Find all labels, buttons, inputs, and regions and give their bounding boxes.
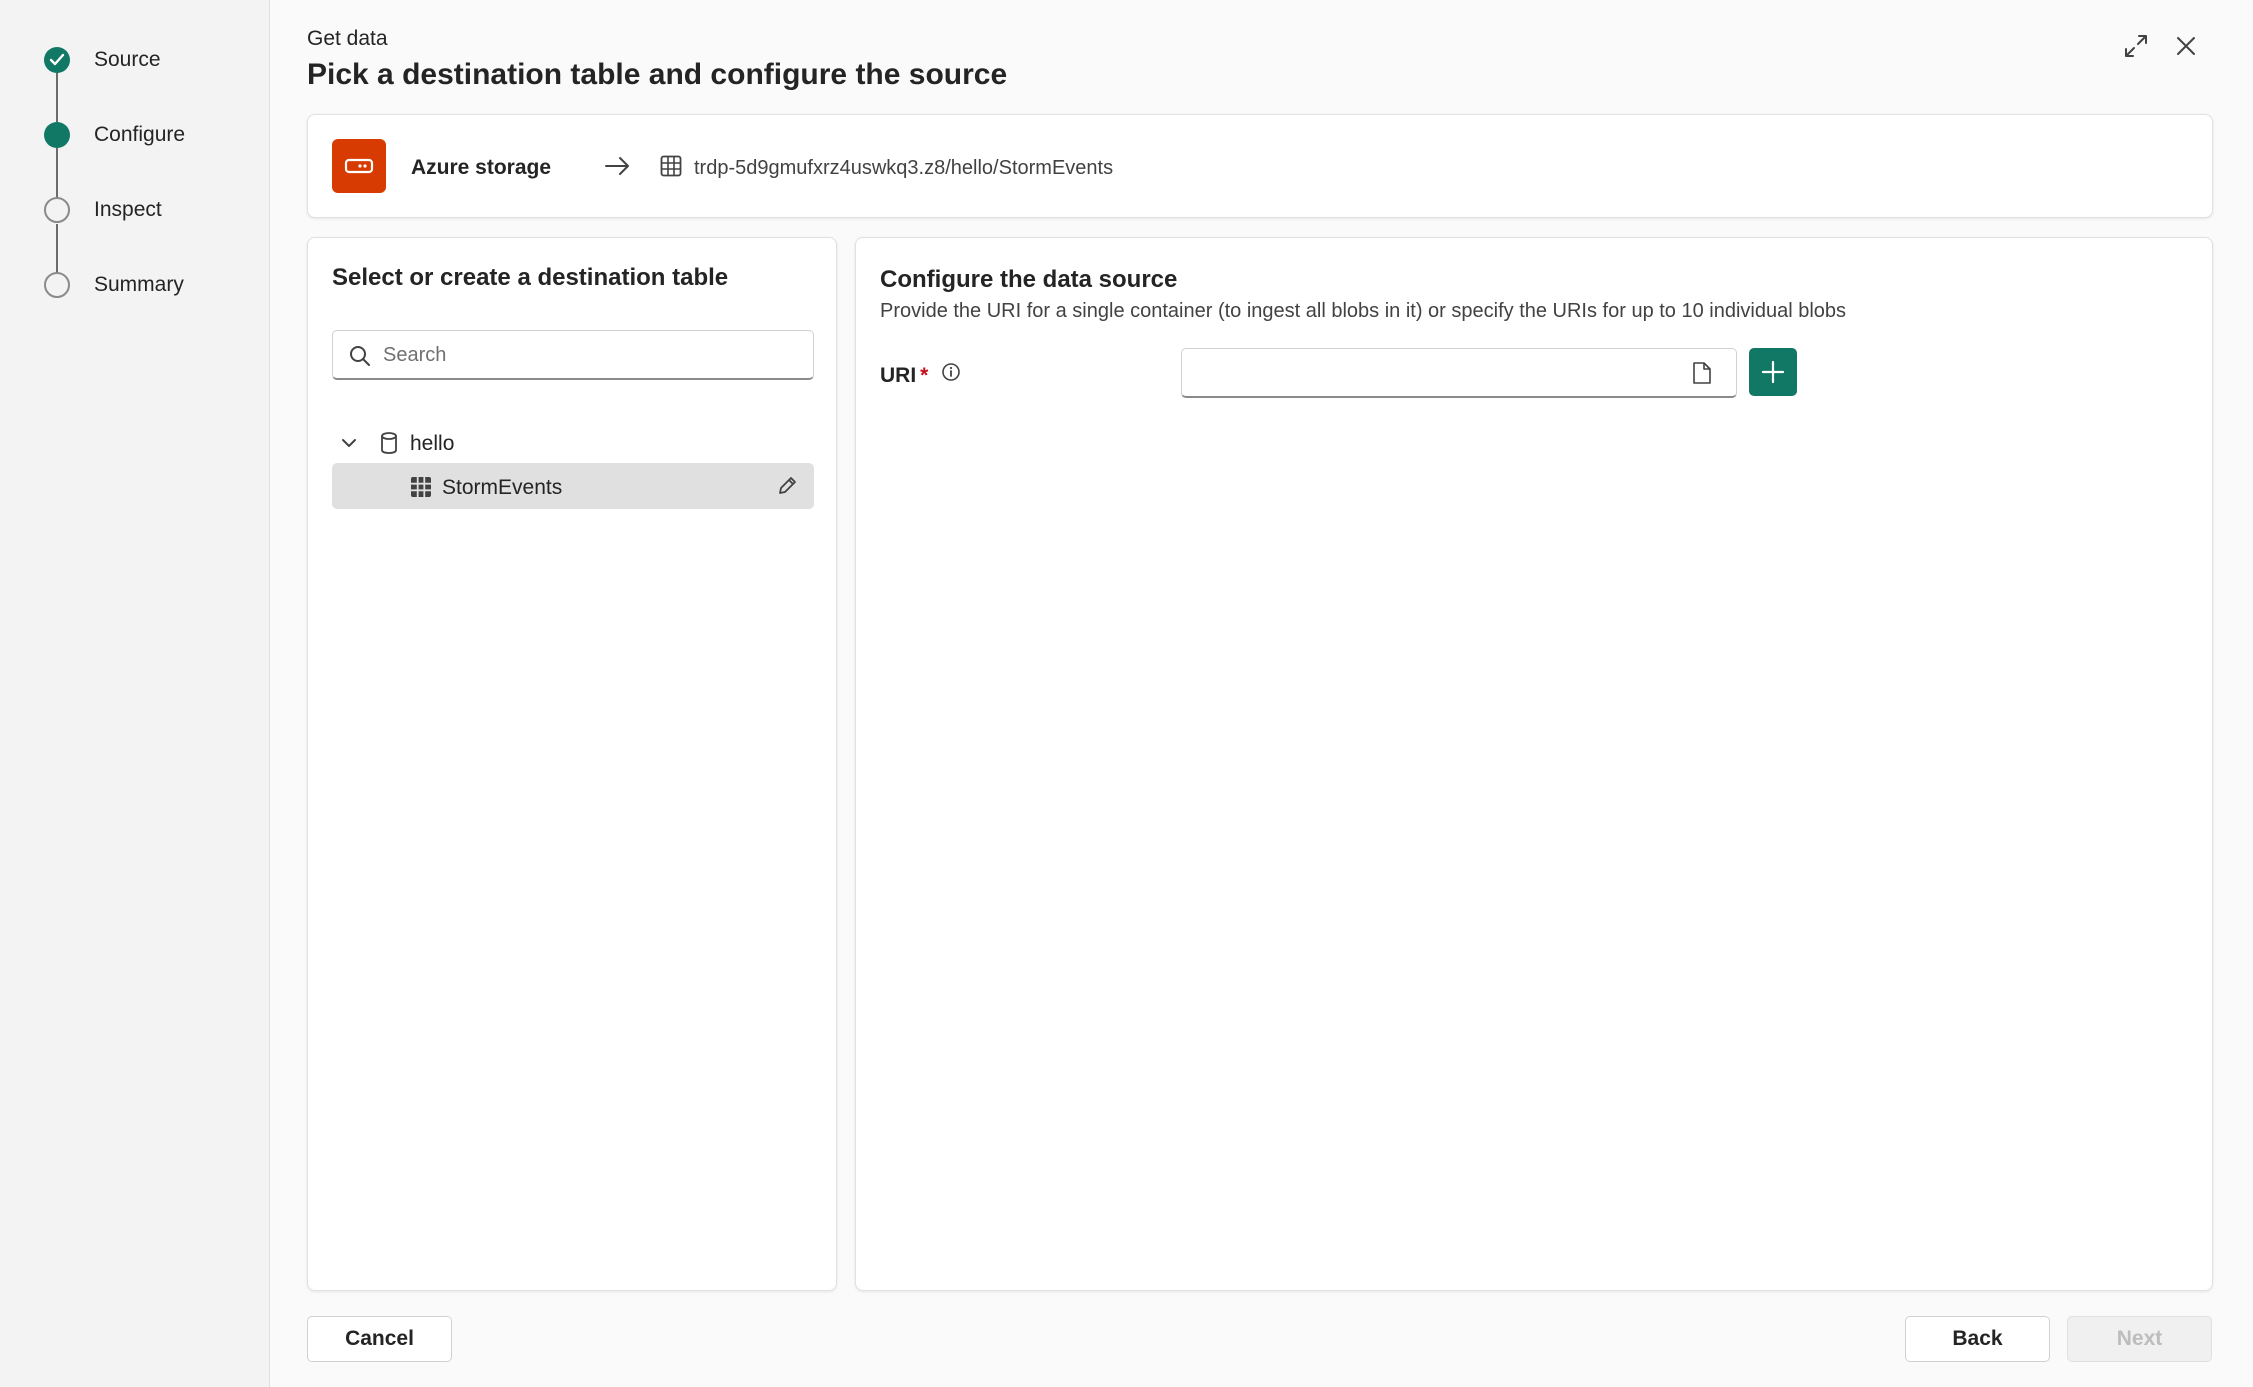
dialog-title: Pick a destination table and configure t…	[307, 58, 1008, 91]
cancel-button[interactable]: Cancel	[307, 1316, 452, 1362]
expand-icon[interactable]	[2122, 32, 2154, 64]
step-inspect[interactable]: Inspect	[0, 190, 270, 230]
destination-table-panel: Select or create a destination table hel…	[307, 237, 837, 1291]
plus-icon	[1761, 360, 1785, 384]
wizard-stepper: Source Configure Inspect Summary	[0, 0, 270, 1387]
step-label: Summary	[94, 273, 184, 296]
source-name: Azure storage	[411, 156, 552, 179]
step-label: Source	[94, 48, 161, 71]
step-label: Inspect	[94, 198, 162, 221]
panel-title: Select or create a destination table	[332, 264, 729, 291]
file-browse-icon[interactable]	[1692, 361, 1712, 390]
info-icon[interactable]	[941, 362, 961, 387]
step-label: Configure	[94, 123, 186, 146]
uri-label: URI *	[880, 364, 928, 388]
table-icon	[410, 476, 432, 503]
database-name: hello	[410, 432, 455, 455]
add-uri-button[interactable]	[1749, 348, 1797, 396]
search-icon	[350, 346, 370, 366]
step-current-icon	[44, 122, 70, 148]
table-tree-node[interactable]: StormEvents	[332, 463, 814, 509]
destination-path: trdp-5d9gmufxrz4uswkq3.z8/hello/StormEve…	[694, 157, 1114, 179]
step-pending-icon	[44, 272, 70, 298]
database-tree-node[interactable]: hello	[332, 424, 814, 464]
next-button[interactable]: Next	[2067, 1316, 2212, 1362]
step-pending-icon	[44, 197, 70, 223]
edit-pencil-icon[interactable]	[776, 475, 798, 502]
step-summary[interactable]: Summary	[0, 265, 270, 305]
uri-input[interactable]	[1194, 359, 1674, 387]
azure-storage-icon	[332, 139, 386, 193]
configure-source-panel: Configure the data source Provide the UR…	[855, 237, 2213, 1291]
search-input[interactable]	[383, 341, 803, 369]
step-source[interactable]: Source	[0, 40, 270, 80]
required-marker: *	[920, 364, 929, 387]
arrow-right-icon	[604, 154, 632, 183]
step-complete-icon	[44, 47, 70, 73]
get-data-dialog: Get data Pick a destination table and co…	[270, 0, 2253, 1387]
close-icon[interactable]	[2172, 32, 2204, 64]
table-icon	[660, 155, 682, 182]
step-configure[interactable]: Configure	[0, 115, 270, 155]
panel-description: Provide the URI for a single container (…	[880, 300, 1847, 322]
table-search-field[interactable]	[332, 330, 814, 380]
database-icon	[380, 431, 398, 460]
dialog-subtitle: Get data	[307, 27, 388, 50]
uri-field[interactable]	[1181, 348, 1737, 398]
chevron-down-icon[interactable]	[340, 436, 358, 455]
uri-label-text: URI	[880, 364, 917, 387]
table-name: StormEvents	[442, 476, 563, 499]
back-button[interactable]: Back	[1905, 1316, 2050, 1362]
panel-title: Configure the data source	[880, 266, 1178, 293]
source-destination-bar: Azure storage trdp-5d9gmufxrz4uswkq3.z8/…	[307, 114, 2213, 218]
